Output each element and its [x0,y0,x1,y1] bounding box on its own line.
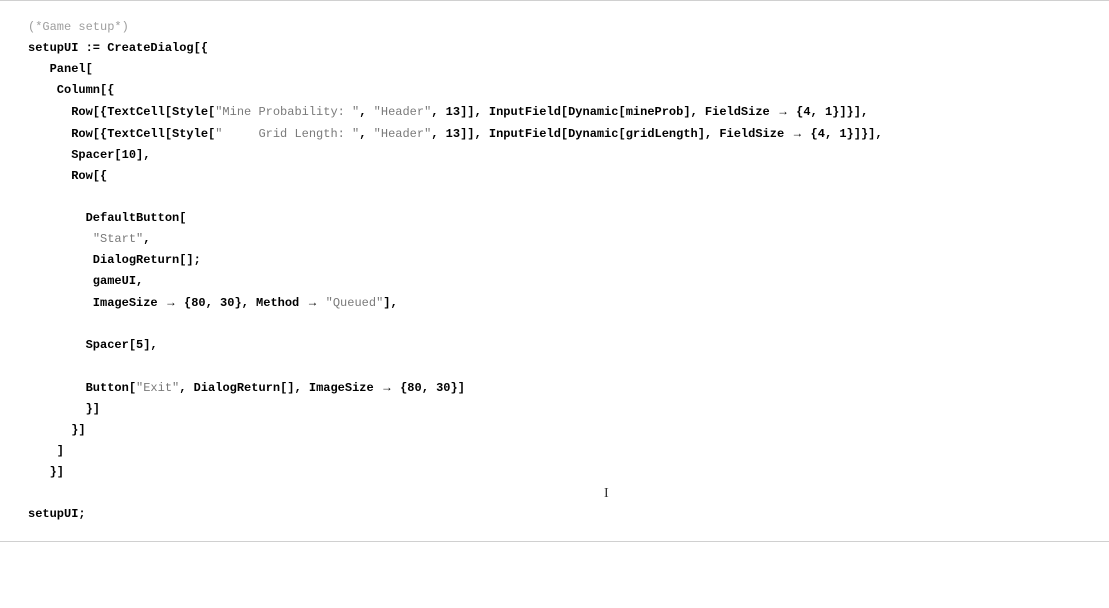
code-line: Row[{TextCell[Style["Mine Probability: "… [28,101,1109,123]
blank-line [28,356,1109,377]
code-line: DialogReturn[]; [28,250,1109,271]
code-line: }] [28,420,1109,441]
blank-line [28,483,1109,504]
arrow-icon: → [791,126,803,140]
code-line: ] [28,441,1109,462]
code-line: gameUI, [28,271,1109,292]
code-line: Row[{TextCell[Style[" Grid Length: ", "H… [28,123,1109,145]
arrow-icon: → [777,104,789,118]
code-line: Spacer[5], [28,335,1109,356]
code-line: Row[{ [28,166,1109,187]
code-line-comment: (*Game setup*) [28,17,1109,38]
code-line: "Start", [28,229,1109,250]
code-line: Panel[ [28,59,1109,80]
code-line: Button["Exit", DialogReturn[], ImageSize… [28,377,1109,399]
code-line: Column[{ [28,80,1109,101]
code-line: DefaultButton[ [28,208,1109,229]
blank-line [28,187,1109,208]
code-line: Spacer[10], [28,145,1109,166]
code-line: ImageSize → {80, 30}, Method → "Queued"]… [28,292,1109,314]
code-line: setupUI := CreateDialog[{ [28,38,1109,59]
code-line: }] [28,399,1109,420]
code-line: }] [28,462,1109,483]
code-cell[interactable]: (*Game setup*) setupUI := CreateDialog[{… [0,0,1109,542]
code-line: setupUI; [28,504,1109,525]
arrow-icon: → [306,295,318,309]
arrow-icon: → [165,295,177,309]
comment-text: (*Game setup*) [28,20,129,34]
arrow-icon: → [381,380,393,394]
text-cursor-icon: I [604,486,609,502]
blank-line [28,314,1109,335]
